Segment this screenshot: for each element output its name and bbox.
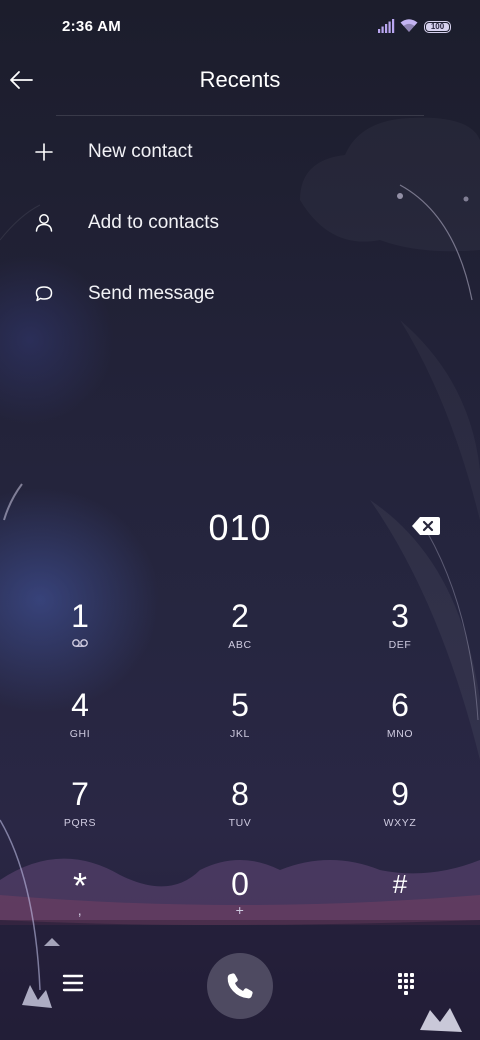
key-digit: 3 bbox=[391, 598, 409, 634]
key-digit: 8 bbox=[231, 776, 249, 812]
new-contact-label: New contact bbox=[88, 141, 193, 162]
key-digit: * bbox=[72, 865, 87, 906]
plus-icon bbox=[35, 143, 53, 161]
key-digit: 9 bbox=[391, 776, 409, 812]
hamburger-menu-icon bbox=[62, 974, 84, 992]
key-digit: 5 bbox=[231, 687, 249, 723]
key-digit: 1 bbox=[71, 598, 89, 634]
key-digit: 4 bbox=[71, 687, 89, 723]
key-letters: TUV bbox=[228, 817, 252, 829]
key-letters: PQRS bbox=[63, 817, 97, 829]
add-to-contacts-item[interactable]: Add to contacts bbox=[0, 193, 480, 253]
key-letters: + bbox=[235, 902, 245, 918]
key-letters: MNO bbox=[386, 728, 414, 740]
key-digit: 6 bbox=[391, 687, 409, 723]
key-3[interactable]: 3 DEF bbox=[340, 598, 460, 678]
new-contact-item[interactable]: New contact bbox=[0, 122, 480, 182]
key-letters: WXYZ bbox=[383, 817, 417, 829]
call-button[interactable] bbox=[207, 953, 273, 1019]
chat-bubble-icon bbox=[35, 286, 53, 302]
battery-icon: 100 bbox=[424, 21, 451, 33]
key-9[interactable]: 9 WXYZ bbox=[340, 776, 460, 856]
key-letters: JKL bbox=[230, 728, 250, 740]
send-message-item[interactable]: Send message bbox=[0, 264, 480, 324]
person-icon bbox=[35, 214, 53, 232]
key-hash[interactable]: # bbox=[340, 866, 460, 946]
key-digit: 7 bbox=[71, 776, 89, 812]
key-4[interactable]: 4 GHI bbox=[20, 687, 140, 767]
signal-icon bbox=[378, 19, 395, 33]
key-1[interactable]: 1 bbox=[20, 598, 140, 678]
key-7[interactable]: 7 PQRS bbox=[20, 776, 140, 856]
page-title: Recents bbox=[199, 67, 281, 92]
add-to-contacts-label: Add to contacts bbox=[88, 212, 219, 233]
key-5[interactable]: 5 JKL bbox=[180, 687, 300, 767]
key-letters: , bbox=[77, 902, 83, 918]
dialed-number: 010 bbox=[208, 507, 272, 548]
status-bar: 2:36 AM 100 bbox=[0, 0, 480, 56]
menu-button[interactable] bbox=[56, 966, 90, 1000]
key-8[interactable]: 8 TUV bbox=[180, 776, 300, 856]
key-0[interactable]: 0 + bbox=[180, 866, 300, 946]
backspace-button[interactable] bbox=[410, 514, 442, 538]
key-letters: DEF bbox=[388, 639, 412, 651]
key-digit: # bbox=[392, 869, 408, 899]
voicemail-icon bbox=[72, 639, 88, 647]
dialpad-toggle-button[interactable] bbox=[389, 966, 423, 1000]
status-time: 2:36 AM bbox=[62, 18, 122, 35]
key-6[interactable]: 6 MNO bbox=[340, 687, 460, 767]
key-letters: ABC bbox=[228, 639, 252, 651]
key-digit: 0 bbox=[231, 866, 249, 902]
key-star[interactable]: * , bbox=[20, 866, 140, 946]
key-letters: GHI bbox=[69, 728, 91, 740]
send-message-label: Send message bbox=[88, 283, 215, 304]
battery-level: 100 bbox=[430, 22, 445, 31]
wifi-icon bbox=[400, 19, 418, 32]
backspace-icon bbox=[412, 517, 440, 535]
header-divider bbox=[56, 115, 424, 116]
key-digit: 2 bbox=[231, 598, 249, 634]
key-2[interactable]: 2 ABC bbox=[180, 598, 300, 678]
phone-icon bbox=[227, 973, 253, 999]
dialpad-icon bbox=[398, 973, 414, 995]
